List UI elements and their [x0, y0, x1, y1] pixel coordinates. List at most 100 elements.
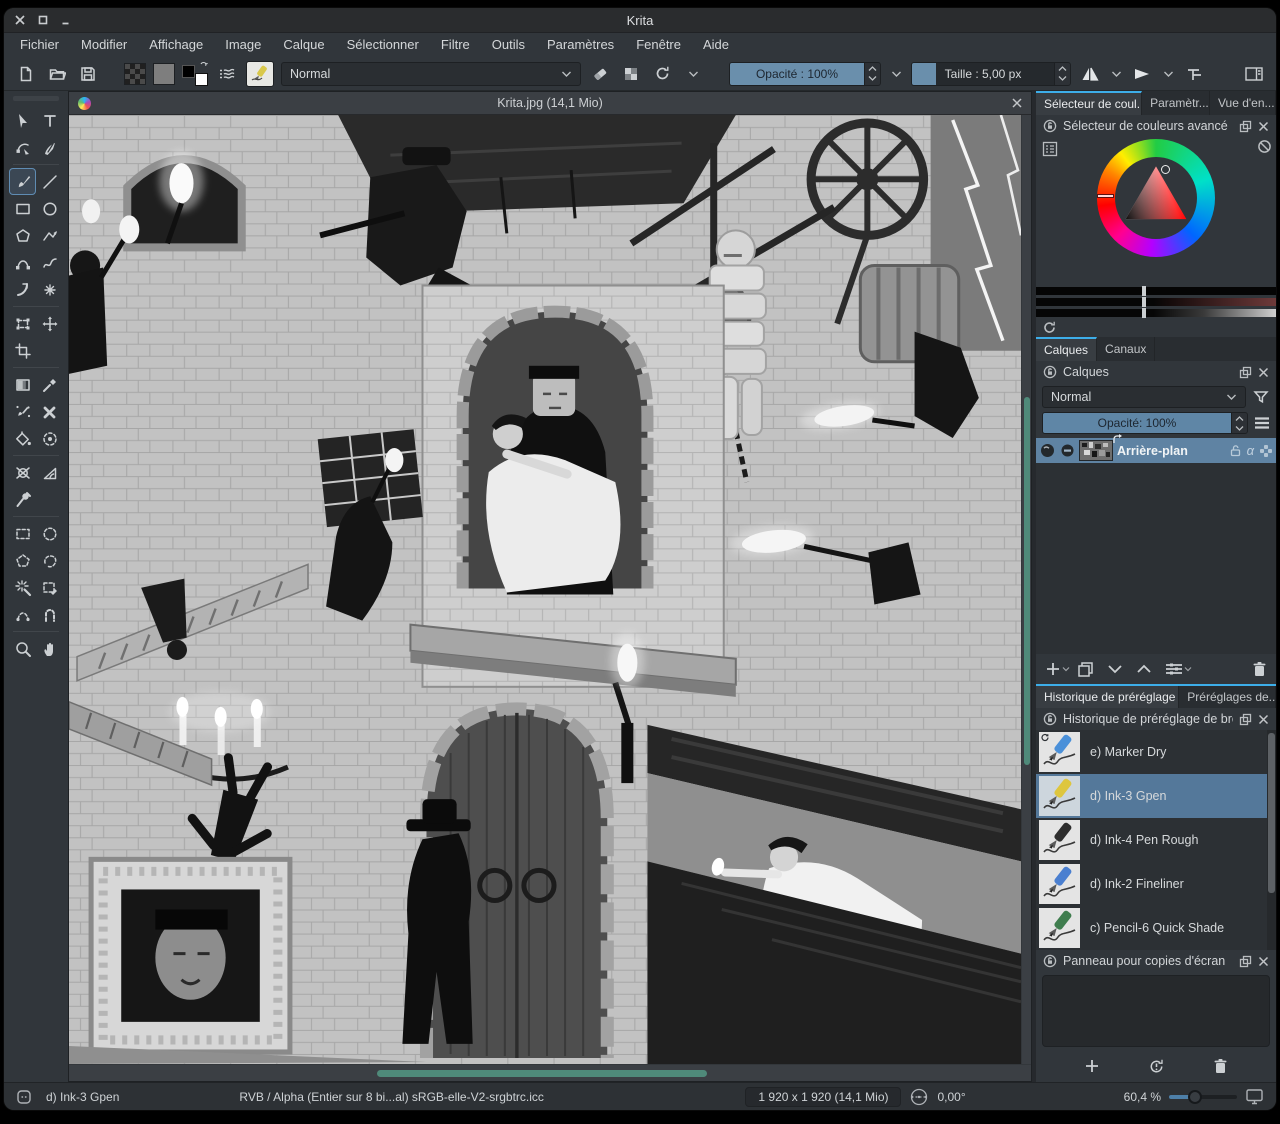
menu-aide[interactable]: Aide: [692, 33, 740, 57]
menu-modifier[interactable]: Modifier: [70, 33, 138, 57]
document-titlebar[interactable]: Krita.jpg (14,1 Mio): [68, 91, 1032, 115]
tab-tool-options[interactable]: Paramètr...: [1142, 91, 1210, 115]
tool-contiguous-select-icon[interactable]: [9, 574, 36, 601]
move-layer-down-button[interactable]: [1105, 661, 1125, 677]
menu-image[interactable]: Image: [214, 33, 272, 57]
reload-preset-icon[interactable]: [650, 61, 674, 87]
tool-freehand-path-icon[interactable]: [36, 249, 63, 276]
snapshot-switch-button[interactable]: [1148, 1058, 1165, 1075]
statusbar-rotation[interactable]: 0,00°: [937, 1090, 965, 1104]
tool-calligraphy-icon[interactable]: [36, 134, 63, 161]
tool-ellipse-select-icon[interactable]: [36, 520, 63, 547]
color-refresh-icon[interactable]: [1042, 320, 1057, 335]
docker-close-icon[interactable]: [1258, 367, 1269, 378]
tool-rect-select-icon[interactable]: [9, 520, 36, 547]
tool-reference-images-icon[interactable]: [9, 486, 36, 513]
maximize-window-icon[interactable]: [38, 15, 48, 25]
snapshot-create-button[interactable]: [1084, 1058, 1100, 1074]
duplicate-layer-button[interactable]: [1075, 659, 1096, 680]
brush-preset-row[interactable]: d) Ink-2 Fineliner: [1036, 862, 1276, 906]
canvas-horizontal-scrollbar[interactable]: [69, 1064, 1031, 1081]
statusbar-dimensions[interactable]: 1 920 x 1 920 (14,1 Mio): [745, 1087, 901, 1107]
toolbar-overflow-chevron-icon[interactable]: [681, 61, 705, 87]
tool-dynamic-brush-icon[interactable]: [9, 276, 36, 303]
advanced-color-selector[interactable]: [1036, 137, 1276, 287]
brush-preset-row[interactable]: d) Ink-4 Pen Rough: [1036, 818, 1276, 862]
save-icon[interactable]: [76, 61, 100, 87]
tool-assistants-icon[interactable]: [9, 459, 36, 486]
docker-float-icon[interactable]: [1239, 713, 1252, 726]
statusbar-zoom-value[interactable]: 60,4 %: [1124, 1090, 1161, 1104]
tool-transform-icon[interactable]: [9, 310, 36, 337]
mirror-horizontal-icon[interactable]: [1078, 61, 1102, 87]
tab-color-selector[interactable]: Sélecteur de coul...: [1036, 91, 1142, 115]
tool-line-icon[interactable]: [36, 168, 63, 195]
brush-preset-row[interactable]: e) Marker Dry: [1036, 730, 1276, 774]
color-selector-settings-icon[interactable]: [1042, 141, 1058, 157]
tab-overview[interactable]: Vue d'en...: [1210, 91, 1276, 115]
tool-bezier-select-icon[interactable]: [9, 601, 36, 628]
layer-blending-mode-combo[interactable]: Normal: [1042, 386, 1246, 408]
current-preset-icon[interactable]: [16, 1089, 32, 1105]
mirror-vertical-icon[interactable]: [1130, 61, 1154, 87]
docker-float-icon[interactable]: [1239, 955, 1252, 968]
layer-inherit-alpha-icon[interactable]: [1060, 443, 1075, 458]
zoom-slider[interactable]: [1169, 1090, 1237, 1104]
tool-similar-select-icon[interactable]: [36, 574, 63, 601]
preset-list-scrollbar[interactable]: [1267, 730, 1276, 950]
layers-list-empty-area[interactable]: [1036, 463, 1276, 654]
move-layer-up-button[interactable]: [1134, 661, 1154, 677]
layer-options-icon[interactable]: [1254, 416, 1270, 430]
menu-calque[interactable]: Calque: [272, 33, 335, 57]
preset-scroll-thumb[interactable]: [1268, 733, 1275, 893]
brush-settings-icon[interactable]: [215, 61, 239, 87]
brush-preset-chip[interactable]: [246, 61, 274, 87]
docker-close-icon[interactable]: [1258, 714, 1269, 725]
menu-fenetre[interactable]: Fenêtre: [625, 33, 692, 57]
zoom-slider-knob[interactable]: [1188, 1090, 1202, 1104]
hue-ring[interactable]: [1097, 139, 1215, 257]
tool-pan-icon[interactable]: [36, 635, 63, 662]
menu-selectionner[interactable]: Sélectionner: [336, 33, 430, 57]
mirror-vertical-chevron-icon[interactable]: [1161, 61, 1175, 87]
layer-opacity-spinner[interactable]: [1231, 413, 1247, 433]
close-window-icon[interactable]: [15, 15, 25, 25]
horizontal-scroll-thumb[interactable]: [377, 1070, 707, 1077]
canvas-vertical-scrollbar[interactable]: [1021, 115, 1031, 1064]
open-document-icon[interactable]: [45, 61, 69, 87]
new-document-icon[interactable]: [14, 61, 38, 87]
snapshot-list[interactable]: [1042, 975, 1270, 1047]
tool-polyline-icon[interactable]: [36, 222, 63, 249]
tool-gradient-icon[interactable]: [9, 371, 36, 398]
tool-bezier-curve-icon[interactable]: [9, 249, 36, 276]
tool-freehand-brush-icon[interactable]: [9, 168, 36, 195]
tool-crop-icon[interactable]: [9, 337, 36, 364]
tool-freehand-select-icon[interactable]: [36, 547, 63, 574]
docker-lock-icon[interactable]: [1043, 365, 1057, 379]
layer-filter-icon[interactable]: [1252, 388, 1270, 406]
tool-measure-icon[interactable]: [36, 459, 63, 486]
canvas-rotation-icon[interactable]: [909, 1087, 929, 1107]
opacity-options-chevron-icon[interactable]: [888, 61, 904, 87]
tool-polygon-icon[interactable]: [9, 222, 36, 249]
tool-edit-shapes-icon[interactable]: [9, 134, 36, 161]
tool-ellipse-icon[interactable]: [36, 195, 63, 222]
brush-size-spinner[interactable]: [1054, 63, 1070, 85]
tab-layers[interactable]: Calques: [1036, 337, 1097, 361]
statusbar-color-profile[interactable]: RVB / Alpha (Entier sur 8 bi...al) sRGB-…: [239, 1090, 544, 1104]
docker-close-icon[interactable]: [1258, 121, 1269, 132]
opacity-slider[interactable]: Opacité : 100%: [729, 62, 881, 86]
eraser-mode-icon[interactable]: [588, 61, 612, 87]
layer-visibility-icon[interactable]: [1039, 442, 1056, 459]
color-bar-3[interactable]: [1036, 309, 1276, 317]
tool-smart-patch-icon[interactable]: [36, 398, 63, 425]
menu-parametres[interactable]: Paramètres: [536, 33, 625, 57]
layer-row-arriere-plan[interactable]: Arrière-plan α: [1036, 438, 1276, 463]
tool-colorize-mask-icon[interactable]: [9, 398, 36, 425]
docker-float-icon[interactable]: [1239, 366, 1252, 379]
tool-fill-icon[interactable]: [9, 425, 36, 452]
foreground-background-colors[interactable]: [182, 62, 208, 86]
delete-layer-button[interactable]: [1250, 659, 1269, 679]
tab-brush-presets[interactable]: Préréglages de...: [1179, 686, 1276, 708]
tool-magnetic-select-icon[interactable]: [36, 601, 63, 628]
